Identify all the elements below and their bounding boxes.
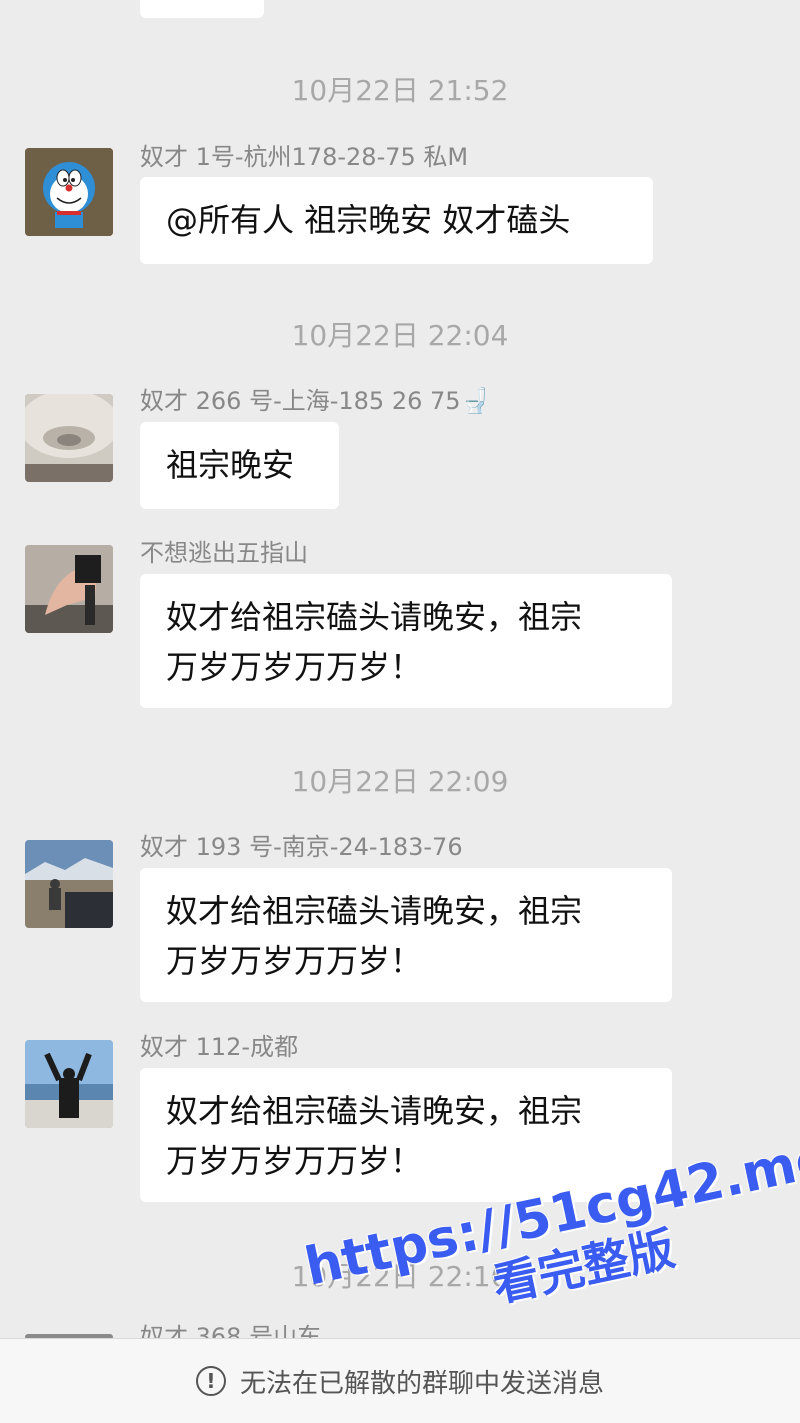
- message-bubble[interactable]: 祖宗晚安: [140, 422, 339, 509]
- sender-name-partial[interactable]: 奴才 368 号山东: [140, 1322, 321, 1338]
- message-line: 奴才给祖宗磕头请晚安，祖宗: [166, 598, 583, 636]
- landscape-person-avatar[interactable]: [25, 840, 113, 928]
- kneeling-person-avatar[interactable]: [25, 545, 113, 633]
- sender-name[interactable]: 奴才 1号-杭州178-28-75 私M: [140, 142, 468, 172]
- beach-person-avatar[interactable]: [25, 1040, 113, 1128]
- sender-name[interactable]: 不想逃出五指山: [140, 538, 308, 568]
- message-line: 奴才给祖宗磕头请晚安，祖宗: [166, 892, 583, 930]
- sender-name[interactable]: 奴才 112-成都: [140, 1032, 298, 1062]
- timestamp: 10月22日 22:04: [291, 319, 509, 352]
- exclamation-circle-icon: !: [195, 1366, 226, 1396]
- sender-name-text: 奴才 266 号-上海-185 26 75: [140, 387, 461, 415]
- sender-name[interactable]: 奴才 193 号-南京-24-183-76: [140, 832, 463, 862]
- ceiling-photo-avatar[interactable]: [25, 394, 113, 482]
- timestamp: 10月22日 22:09: [291, 765, 509, 798]
- message-line: 万岁万岁万万岁！: [166, 648, 423, 686]
- message-bubble[interactable]: @所有人 祖宗晚安 奴才磕头: [140, 177, 653, 264]
- timestamp: 10月22日 21:52: [291, 74, 509, 107]
- message-line: 奴才给祖宗磕头请晚安，祖宗: [166, 1092, 583, 1130]
- toilet-emoji: 🚽: [460, 387, 491, 415]
- message-bubble[interactable]: 奴才给祖宗磕头请晚安，祖宗 万岁万岁万万岁！: [140, 574, 672, 708]
- disbanded-group-notice-bar: ! 无法在已解散的群聊中发送消息: [0, 1338, 800, 1423]
- disbanded-notice-text: 无法在已解散的群聊中发送消息: [239, 1368, 604, 1399]
- doraemon-avatar[interactable]: [25, 148, 113, 236]
- message-line: 万岁万岁万万岁！: [166, 1142, 423, 1180]
- partial-message-bubble[interactable]: [140, 0, 264, 18]
- sender-name[interactable]: 奴才 266 号-上海-185 26 75🚽: [140, 386, 490, 416]
- message-bubble[interactable]: 奴才给祖宗磕头请晚安，祖宗 万岁万岁万万岁！: [140, 868, 672, 1002]
- message-line: 万岁万岁万万岁！: [166, 942, 423, 980]
